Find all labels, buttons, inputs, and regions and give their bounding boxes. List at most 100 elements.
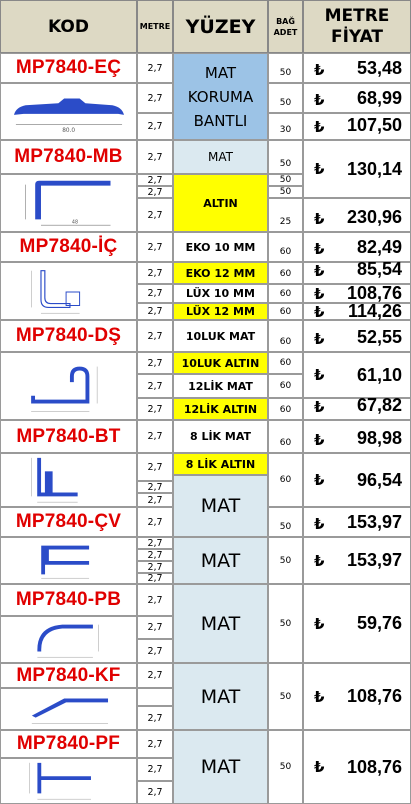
code-pf: MP7840-PF [0, 730, 137, 758]
surface-bt-cv-mat: MAT [173, 475, 268, 537]
metre-pb-3: 2,7 [137, 639, 173, 663]
surface-ds-1: 10LUK MAT [173, 320, 268, 352]
metre-bt-4: 2,7 [137, 493, 173, 507]
price-ds-3: ₺ 67,82 [303, 395, 411, 420]
code-ec: MP7840-EÇ [0, 53, 137, 83]
profile-pf-icon [0, 758, 137, 804]
adet-ic-3: 60 [268, 284, 303, 303]
adet-bt-1: 60 [268, 420, 303, 453]
adet-ic-1: 60 [268, 232, 303, 262]
adet-mb-2: 50 [268, 174, 303, 186]
profile-pb-icon [0, 616, 137, 663]
surface-bt-2: 8 LİK ALTIN [173, 453, 268, 475]
metre-pb-2: 2,7 [137, 616, 173, 639]
metre-mb-4: 2,7 [137, 198, 173, 232]
code-bt: MP7840-BT [0, 420, 137, 453]
metre-ic-4: 2,7 [137, 303, 173, 320]
metre-pb-1: 2,7 [137, 584, 173, 616]
price-ec-1: ₺ 53,48 [303, 53, 411, 83]
price-mb-2: ₺ 230,96 [303, 198, 411, 232]
adet-ds-4: 60 [268, 398, 303, 420]
price-ic-2: ₺ 85,54 [303, 259, 411, 284]
surface-mb-mat: MAT [173, 140, 268, 174]
metre-pf-2: 2,7 [137, 758, 173, 781]
code-cv: MP7840-ÇV [0, 507, 137, 537]
metre-mb-2: 2,7 [137, 174, 173, 186]
profile-ic-icon [0, 262, 137, 320]
price-ic-4: ₺ 114,26 [303, 301, 411, 321]
price-pb: ₺ 59,76 [303, 584, 411, 663]
surface-ic-2: EKO 12 MM [173, 262, 268, 284]
adet-ic-4: 60 [268, 303, 303, 320]
header-bag-adet: BAĞ ADET [268, 0, 303, 53]
profile-ec-icon: 80.0 [0, 83, 137, 140]
profile-mb-icon: 48 [0, 174, 137, 232]
adet-pb: 50 [268, 584, 303, 663]
metre-kf-3: 2,7 [137, 706, 173, 730]
adet-kf: 50 [268, 663, 303, 730]
metre-ec-3: 2,7 [137, 113, 173, 140]
surface-ic-3: LÜX 10 MM [173, 284, 268, 303]
surface-ds-3: 12LİK MAT [173, 374, 268, 398]
adet-ds-2: 60 [268, 352, 303, 374]
metre-pf-3: 2,7 [137, 781, 173, 804]
price-ec-3: ₺ 107,50 [303, 113, 411, 140]
metre-ec-1: 2,7 [137, 53, 173, 83]
adet-mb-4: 25 [268, 198, 303, 232]
price-ds-2: ₺ 61,10 [303, 352, 411, 398]
metre-bt-3: 2,7 [137, 481, 173, 493]
metre-ds-4: 2,7 [137, 398, 173, 420]
metre-cv-1: 2,7 [137, 507, 173, 537]
code-kf: MP7840-KF [0, 663, 137, 688]
surface-ds-2: 10LUK ALTIN [173, 352, 268, 374]
metre-bt-2: 2,7 [137, 453, 173, 481]
price-ec-2: ₺ 68,99 [303, 83, 411, 113]
metre-mb-3: 2,7 [137, 186, 173, 198]
metre-cv-3: 2,7 [137, 549, 173, 561]
metre-cv-4: 2,7 [137, 561, 173, 573]
adet-cv-1: 50 [268, 507, 303, 537]
code-pb: MP7840-PB [0, 584, 137, 616]
surface-cv-mat: MAT [173, 537, 268, 584]
adet-cv-2: 50 [268, 537, 303, 584]
header-metre-fiyat: METRE FİYAT [303, 0, 411, 53]
metre-ds-2: 2,7 [137, 352, 173, 374]
surface-mb-altin: ALTIN [173, 174, 268, 232]
price-pf: ₺ 108,76 [303, 730, 411, 804]
price-bt-2: ₺ 96,54 [303, 453, 411, 507]
code-ds: MP7840-DŞ [0, 320, 137, 352]
price-ic-1: ₺ 82,49 [303, 232, 411, 262]
metre-ic-2: 2,7 [137, 262, 173, 284]
adet-ic-2: 60 [268, 262, 303, 284]
svg-text:48: 48 [72, 219, 78, 225]
header-yuzey: YÜZEY [173, 0, 268, 53]
adet-ec-1: 50 [268, 53, 303, 83]
header-metre: METRE [137, 0, 173, 53]
adet-mb-3: 50 [268, 186, 303, 198]
metre-ic-3: 2,7 [137, 284, 173, 303]
surface-pf-mat: MAT [173, 730, 268, 804]
surface-ec: MAT KORUMA BANTLI [173, 53, 268, 140]
adet-bt-2: 60 [268, 453, 303, 507]
price-cv-1: ₺ 153,97 [303, 507, 411, 537]
surface-ds-4: 12LİK ALTIN [173, 398, 268, 420]
metre-bt-1: 2,7 [137, 420, 173, 453]
header-kod: KOD [0, 0, 137, 53]
surface-ic-1: EKO 10 MM [173, 232, 268, 262]
code-ic: MP7840-İÇ [0, 232, 137, 262]
svg-text:80.0: 80.0 [62, 128, 75, 134]
price-ds-1: ₺ 52,55 [303, 320, 411, 352]
price-bt-1: ₺ 98,98 [303, 420, 411, 453]
adet-ec-3: 30 [268, 113, 303, 140]
adet-ds-3: 60 [268, 374, 303, 398]
adet-mb-1: 50 [268, 140, 303, 174]
metre-ds-1: 2,7 [137, 320, 173, 352]
profile-cv-icon [0, 537, 137, 584]
profile-ds-icon [0, 352, 137, 420]
price-mb-1: ₺ 130,14 [303, 140, 411, 198]
profile-bt-icon [0, 453, 137, 507]
price-kf: ₺ 108,76 [303, 663, 411, 730]
profile-kf-icon [0, 688, 137, 730]
surface-bt-1: 8 LİK MAT [173, 420, 268, 453]
metre-kf-1: 2,7 [137, 663, 173, 688]
